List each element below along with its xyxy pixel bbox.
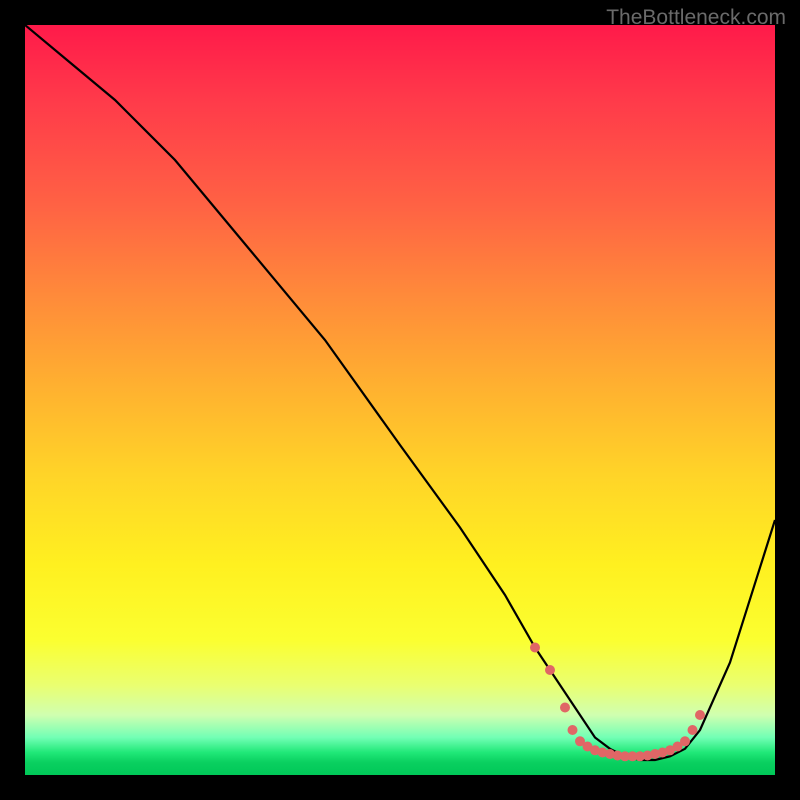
- optimal-marker-dot: [688, 725, 698, 735]
- optimal-marker-dot: [680, 736, 690, 746]
- chart-plot-area: [25, 25, 775, 775]
- optimal-marker-dot: [560, 703, 570, 713]
- optimal-marker-dot: [545, 665, 555, 675]
- optimal-marker-dot: [530, 643, 540, 653]
- watermark-text: TheBottleneck.com: [606, 6, 786, 30]
- optimal-range-markers: [530, 643, 705, 762]
- optimal-marker-dot: [568, 725, 578, 735]
- optimal-marker-dot: [695, 710, 705, 720]
- chart-svg: [25, 25, 775, 775]
- bottleneck-curve-line: [25, 25, 775, 760]
